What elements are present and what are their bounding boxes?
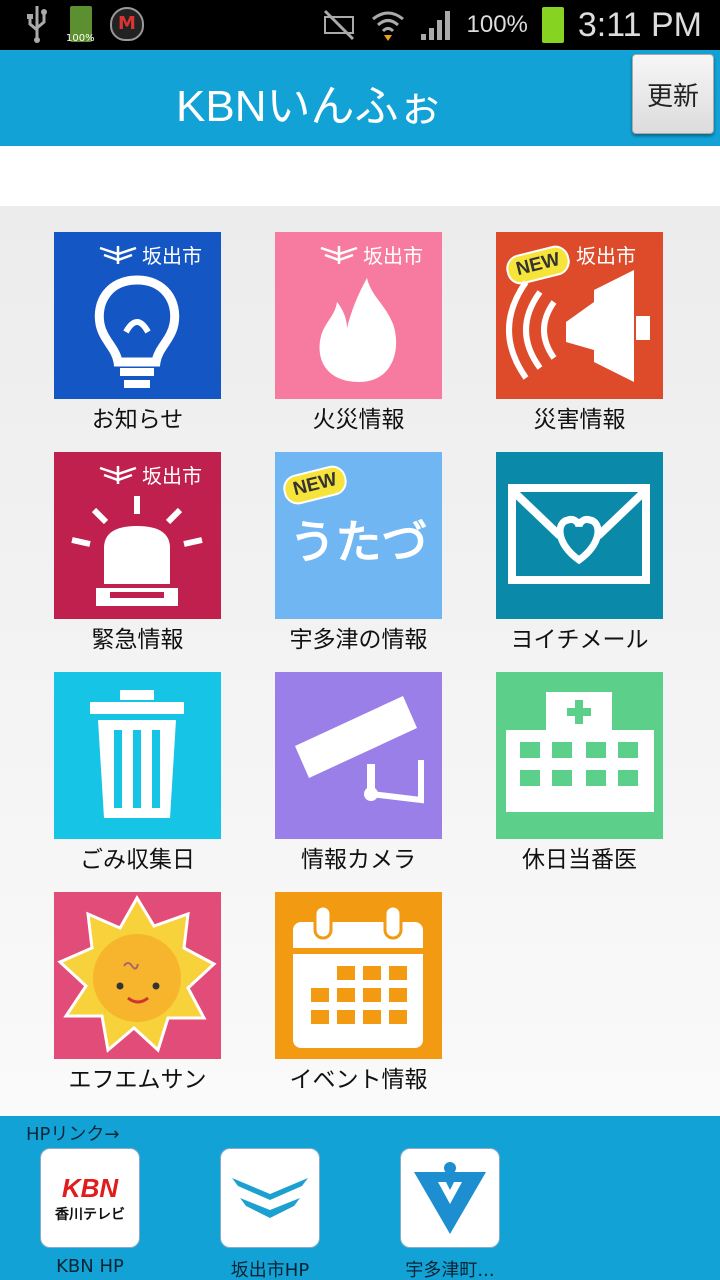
battery-widget-label: 100% bbox=[66, 33, 95, 44]
lightbulb-icon: 坂出市 bbox=[54, 232, 221, 399]
banner-area bbox=[0, 146, 720, 206]
new-badge: NEW bbox=[280, 462, 351, 508]
tile-label: イベント情報 bbox=[289, 1067, 428, 1093]
hp-links-title: HPリンク→ bbox=[26, 1124, 120, 1145]
link-label: 宇多津町... bbox=[405, 1260, 495, 1280]
kbn-logo-icon: KBN 香川テレビ bbox=[40, 1148, 140, 1248]
link-label: KBN HP bbox=[56, 1256, 124, 1277]
hospital-icon bbox=[496, 672, 663, 839]
calendar-icon bbox=[275, 892, 442, 1059]
envelope-heart-icon bbox=[496, 452, 663, 619]
tile-utazu-info[interactable]: NEW うたづ 宇多津の情報 bbox=[275, 452, 442, 653]
status-bar: 100% M 100% 3:11 PM bbox=[0, 0, 720, 50]
tile-label: お知らせ bbox=[91, 407, 184, 433]
tile-emergency-info[interactable]: 坂出市 緊急情報 bbox=[54, 452, 221, 653]
fire-icon: 坂出市 bbox=[275, 232, 442, 399]
utazu-text: うたづ bbox=[289, 515, 428, 569]
tile-label: ごみ収集日 bbox=[80, 847, 195, 873]
tile-event-info[interactable]: イベント情報 bbox=[275, 892, 442, 1093]
sakaide-logo-icon bbox=[220, 1148, 320, 1248]
tile-label: 宇多津の情報 bbox=[289, 627, 428, 653]
siren-icon: 坂出市 bbox=[54, 452, 221, 619]
link-utazu-hp[interactable]: 宇多津町... bbox=[390, 1148, 510, 1280]
battery-icon bbox=[541, 7, 564, 43]
tile-info-camera[interactable]: 情報カメラ bbox=[275, 672, 442, 873]
hp-links-bar: HPリンク→ KBN 香川テレビ KBN HP 坂出市HP 宇多津町... bbox=[0, 1116, 720, 1280]
tile-label: エフエムサン bbox=[68, 1067, 207, 1093]
tile-fm-sun[interactable]: エフエムサン bbox=[54, 892, 221, 1093]
utazu-logo-icon bbox=[400, 1148, 500, 1248]
clock: 3:11 PM bbox=[577, 5, 702, 44]
mute-icon bbox=[323, 9, 354, 41]
tile-holiday-doctor[interactable]: 休日当番医 bbox=[496, 672, 663, 873]
kbn-logo-letters: KBN bbox=[61, 1172, 119, 1203]
signal-icon bbox=[420, 11, 450, 40]
refresh-button[interactable]: 更新 bbox=[632, 54, 714, 134]
wifi-icon bbox=[371, 11, 404, 41]
camera-icon bbox=[275, 672, 442, 839]
sun-mascot-icon bbox=[54, 892, 221, 1059]
tile-label: 火災情報 bbox=[312, 407, 405, 433]
app-title: KBNいんふぉ bbox=[176, 82, 443, 131]
link-sakaide-hp[interactable]: 坂出市HP bbox=[210, 1148, 330, 1280]
tile-label: 休日当番医 bbox=[522, 847, 637, 873]
tile-yoichi-mail[interactable]: ヨイチメール bbox=[496, 452, 663, 653]
utazu-text-icon: NEW うたづ bbox=[275, 452, 442, 619]
megaphone-icon: 坂出市 NEW bbox=[496, 232, 663, 399]
kbn-logo-sub: 香川テレビ bbox=[55, 1206, 125, 1223]
trash-can-icon bbox=[54, 672, 221, 839]
tile-label: 情報カメラ bbox=[301, 847, 416, 873]
mcafee-icon: M bbox=[110, 7, 144, 41]
link-label: 坂出市HP bbox=[230, 1260, 310, 1280]
tile-fire-info[interactable]: 坂出市 火災情報 bbox=[275, 232, 442, 433]
tile-garbage-day[interactable]: ごみ収集日 bbox=[54, 672, 221, 873]
tile-label: ヨイチメール bbox=[510, 627, 649, 653]
tile-label: 緊急情報 bbox=[91, 627, 184, 653]
battery-widget-icon: 100% bbox=[66, 6, 95, 44]
usb-icon bbox=[27, 6, 47, 43]
link-kbn-hp[interactable]: KBN 香川テレビ KBN HP bbox=[30, 1148, 150, 1277]
tile-disaster-info[interactable]: 坂出市 NEW 災害情報 bbox=[496, 232, 663, 433]
app-header: KBNいんふぉ 更新 bbox=[0, 50, 720, 146]
battery-percent: 100% bbox=[466, 11, 528, 38]
menu-grid: 坂出市 お知らせ 坂出市 火災情報 坂出市 NEW 災害情報 坂出市 緊急情報 … bbox=[0, 206, 720, 1116]
tile-label: 災害情報 bbox=[533, 407, 626, 433]
tile-oshirase[interactable]: 坂出市 お知らせ bbox=[54, 232, 221, 433]
